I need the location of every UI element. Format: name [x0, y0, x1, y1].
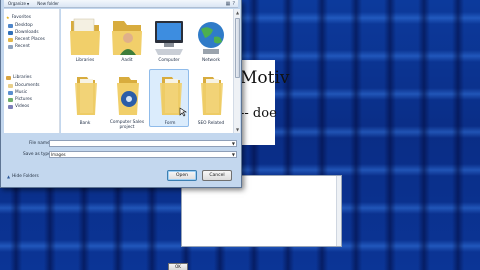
- nav-item-desktop[interactable]: Desktop: [8, 23, 33, 28]
- tile-label: Computer: [158, 58, 180, 63]
- tile-aadit[interactable]: Aadit: [107, 11, 147, 69]
- tile-network[interactable]: Network: [191, 11, 231, 69]
- recent-icon: [8, 44, 13, 49]
- nav-item-recent[interactable]: Recent: [8, 44, 30, 49]
- chevron-down-icon: ▼: [26, 2, 30, 6]
- tile-label: Network: [202, 58, 220, 63]
- nav-item-music[interactable]: Music: [8, 90, 27, 95]
- tile-computer-sales-project[interactable]: Computer Sales project: [107, 71, 147, 130]
- nav-item-downloads[interactable]: Downloads: [8, 30, 39, 35]
- downloads-icon: [8, 30, 13, 35]
- open-file-dialog: Organize▼ New folder ▦ ? ★ Favorites Des…: [0, 0, 242, 188]
- user-folder-icon: [112, 21, 142, 55]
- hide-folders-label: Hide Folders: [12, 174, 39, 179]
- tile-label: SEO Related: [197, 121, 225, 126]
- nav-libraries[interactable]: Libraries: [6, 75, 32, 80]
- navigation-pane: ★ Favorites Desktop Downloads Recent Pla…: [4, 9, 60, 133]
- hide-folders-toggle[interactable]: ▲ Hide Folders: [7, 174, 39, 179]
- help-icon[interactable]: ?: [232, 1, 235, 7]
- cancel-button[interactable]: Cancel: [202, 170, 232, 181]
- scroll-up-icon[interactable]: ▲: [235, 10, 240, 15]
- tile-seo-related[interactable]: SEO Related: [191, 71, 231, 129]
- libraries-folder-icon: [70, 18, 100, 55]
- nav-item-pictures[interactable]: Pictures: [8, 97, 32, 102]
- tile-form[interactable]: Form: [149, 69, 189, 127]
- file-name-input[interactable]: ▼: [49, 140, 237, 147]
- folder-icon: [117, 77, 139, 115]
- music-icon: [8, 90, 13, 95]
- nav-libraries-label: Libraries: [13, 75, 32, 80]
- folder-icon: [75, 77, 97, 115]
- tile-libraries[interactable]: Libraries: [65, 11, 105, 69]
- libraries-icon: [6, 75, 11, 80]
- view-options-icon[interactable]: ▦: [226, 1, 231, 7]
- nav-item-documents[interactable]: Documents: [8, 83, 40, 88]
- save-type-value: Images: [51, 152, 66, 157]
- organize-menu[interactable]: Organize▼: [4, 1, 33, 6]
- network-globe-icon: [198, 22, 224, 54]
- recent-places-icon: [8, 37, 13, 42]
- documents-icon: [8, 83, 13, 88]
- tile-label: Computer Sales project: [109, 120, 145, 130]
- message-scrollbar[interactable]: [336, 176, 341, 246]
- tile-label: Form: [164, 121, 176, 126]
- nav-item-label: Documents: [15, 83, 40, 88]
- open-button[interactable]: Open: [167, 170, 197, 181]
- tile-bank[interactable]: Bank: [65, 71, 105, 129]
- nav-favorites[interactable]: ★ Favorites: [6, 15, 31, 20]
- ok-button[interactable]: OK: [168, 263, 188, 270]
- dialog-toolbar: Organize▼ New folder ▦ ?: [4, 0, 238, 8]
- videos-icon: [8, 104, 13, 109]
- nav-item-label: Desktop: [15, 23, 33, 28]
- nav-item-label: Recent: [15, 44, 30, 49]
- scroll-down-icon[interactable]: ▼: [235, 127, 240, 132]
- file-list-pane: Libraries Aadit Computer Network Bank Co…: [61, 9, 233, 133]
- desktop-icon: [8, 23, 13, 28]
- save-type-select[interactable]: Images ▼: [49, 151, 237, 158]
- nav-item-label: Downloads: [15, 30, 39, 35]
- organize-label: Organize: [8, 1, 26, 6]
- save-type-label: Save as type:: [23, 152, 53, 157]
- nav-item-label: Pictures: [15, 97, 33, 102]
- nav-item-label: Recent Places: [15, 37, 45, 42]
- tile-label: Bank: [79, 121, 91, 126]
- chevron-down-icon[interactable]: ▼: [232, 141, 235, 146]
- nav-item-recent-places[interactable]: Recent Places: [8, 37, 45, 42]
- tile-computer[interactable]: Computer: [149, 11, 189, 69]
- scrollbar-thumb[interactable]: [235, 18, 240, 78]
- chevron-down-icon[interactable]: ▼: [232, 152, 235, 157]
- nav-item-label: Videos: [15, 104, 30, 109]
- star-icon: ★: [6, 15, 10, 20]
- nav-item-videos[interactable]: Videos: [8, 104, 29, 109]
- computer-icon: [155, 21, 183, 55]
- document-heading: Motiv: [240, 68, 290, 88]
- file-name-label: File name:: [29, 141, 52, 146]
- tile-label: Aadit: [121, 58, 133, 63]
- nav-item-label: Music: [15, 90, 28, 95]
- mouse-cursor-icon: [179, 107, 187, 117]
- new-folder-button[interactable]: New folder: [33, 1, 63, 6]
- tile-label: Libraries: [75, 58, 95, 63]
- document-subline: -- doe: [240, 106, 277, 121]
- pictures-icon: [8, 97, 13, 102]
- file-list-scrollbar[interactable]: ▲ ▼: [233, 9, 240, 133]
- chevron-up-icon: ▲: [7, 174, 11, 179]
- folder-icon: [201, 77, 223, 115]
- nav-favorites-label: Favorites: [11, 15, 32, 20]
